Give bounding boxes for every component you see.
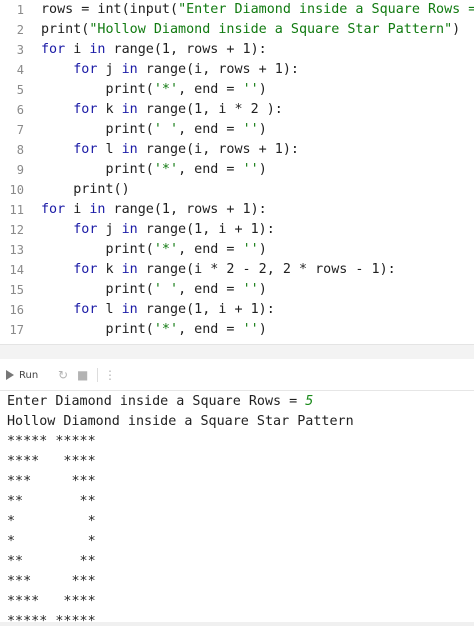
code-text: print('*', end = '') xyxy=(41,82,267,97)
code-line[interactable]: 10 print() xyxy=(0,180,474,200)
code-text: for k in range(i * 2 - 2, 2 * rows - 1): xyxy=(73,262,396,277)
line-number: 14 xyxy=(9,263,24,277)
line-number: 8 xyxy=(16,143,24,157)
code-line[interactable]: 8 for l in range(i, rows + 1): xyxy=(0,140,474,160)
code-text: print("Hollow Diamond inside a Square St… xyxy=(41,22,461,37)
console-input-line: Enter Diamond inside a Square Rows = 5 xyxy=(7,392,313,412)
rerun-icon[interactable]: ↻ xyxy=(58,367,68,383)
console-output-line: **** **** xyxy=(7,454,96,469)
run-toolbar: Run ↻ ■ ⋮ xyxy=(0,359,474,391)
console-prompt: Enter Diamond inside a Square Rows = xyxy=(7,394,306,409)
code-text: print('*', end = '') xyxy=(41,162,267,177)
code-line[interactable]: 5 print('*', end = '') xyxy=(0,80,474,100)
console-output-line: *** *** xyxy=(7,474,96,489)
panel-divider[interactable] xyxy=(0,344,474,359)
console-output-line: ** ** xyxy=(7,554,96,569)
code-line[interactable]: 17 print('*', end = '') xyxy=(0,320,474,340)
code-text: for l in range(1, i + 1): xyxy=(73,302,275,317)
code-text: print(' ', end = '') xyxy=(41,122,267,137)
console-output-line: *** *** xyxy=(7,574,96,589)
line-number: 17 xyxy=(9,323,24,337)
code-line[interactable]: 13 print('*', end = '') xyxy=(0,240,474,260)
line-number: 10 xyxy=(9,183,24,197)
console-output-title: Hollow Diamond inside a Square Star Patt… xyxy=(7,414,354,429)
console-output-line: * * xyxy=(7,534,96,549)
code-line[interactable]: 3 for i in range(1, rows + 1): xyxy=(0,40,474,60)
run-label: Run xyxy=(19,369,39,381)
code-line[interactable]: 2 print("Hollow Diamond inside a Square S… xyxy=(0,20,474,40)
line-number: 11 xyxy=(9,203,24,217)
run-button[interactable]: Run xyxy=(6,367,38,383)
console-output-line: **** **** xyxy=(7,594,96,609)
line-number: 5 xyxy=(16,83,24,97)
code-text: print('*', end = '') xyxy=(41,322,267,337)
output-console: Enter Diamond inside a Square Rows = 5 H… xyxy=(0,391,474,626)
code-text: for j in range(i, rows + 1): xyxy=(73,62,299,77)
code-line[interactable]: 14 for k in range(i * 2 - 2, 2 * rows - … xyxy=(0,260,474,280)
code-text: for i in range(1, rows + 1): xyxy=(41,202,267,217)
console-output-line: ** ** xyxy=(7,494,96,509)
code-text: for l in range(i, rows + 1): xyxy=(73,142,299,157)
code-text: for j in range(1, i + 1): xyxy=(73,222,275,237)
code-text: rows = int(input("Enter Diamond inside a… xyxy=(41,2,474,17)
line-number: 7 xyxy=(16,123,24,137)
stop-icon[interactable]: ■ xyxy=(77,367,88,383)
console-output-line: ***** ***** xyxy=(7,434,96,449)
code-line[interactable]: 9 print('*', end = '') xyxy=(0,160,474,180)
code-line[interactable]: 6 for k in range(1, i * 2 ): xyxy=(0,100,474,120)
code-editor[interactable]: 1 rows = int(input("Enter Diamond inside … xyxy=(0,0,474,343)
bottom-scrollbar[interactable] xyxy=(0,622,474,626)
line-number: 9 xyxy=(16,163,24,177)
console-output-line: * * xyxy=(7,514,96,529)
play-icon xyxy=(6,370,14,380)
line-number: 12 xyxy=(9,223,24,237)
line-number: 2 xyxy=(16,23,24,37)
more-vertical-icon[interactable]: ⋮ xyxy=(104,367,116,383)
line-number: 1 xyxy=(16,3,24,17)
code-line[interactable]: 4 for j in range(i, rows + 1): xyxy=(0,60,474,80)
code-text: for k in range(1, i * 2 ): xyxy=(73,102,283,117)
code-line[interactable]: 15 print(' ', end = '') xyxy=(0,280,474,300)
code-text: for i in range(1, rows + 1): xyxy=(41,42,267,57)
code-text: print() xyxy=(41,182,130,197)
line-number: 4 xyxy=(16,63,24,77)
code-line[interactable]: 16 for l in range(1, i + 1): xyxy=(0,300,474,320)
line-number: 3 xyxy=(16,43,24,57)
line-number: 16 xyxy=(9,303,24,317)
line-number: 6 xyxy=(16,103,24,117)
code-line[interactable]: 12 for j in range(1, i + 1): xyxy=(0,220,474,240)
line-number: 13 xyxy=(9,243,24,257)
console-input-value: 5 xyxy=(305,394,314,409)
code-line[interactable]: 7 print(' ', end = '') xyxy=(0,120,474,140)
code-line[interactable]: 1 rows = int(input("Enter Diamond inside … xyxy=(0,0,474,20)
toolbar-separator xyxy=(97,368,98,382)
code-text: print('*', end = '') xyxy=(41,242,267,257)
code-line[interactable]: 11 for i in range(1, rows + 1): xyxy=(0,200,474,220)
code-text: print(' ', end = '') xyxy=(41,282,267,297)
line-number: 15 xyxy=(9,283,24,297)
